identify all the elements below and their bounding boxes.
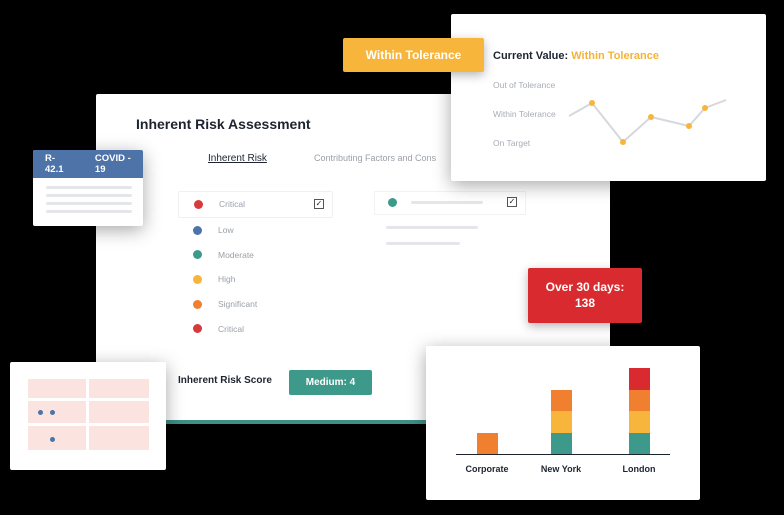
score-label: Inherent Risk Score bbox=[178, 375, 272, 386]
heatmap-cell bbox=[28, 379, 86, 398]
heatmap-cell bbox=[89, 379, 149, 398]
bar-segment bbox=[550, 432, 572, 454]
heatmap-dot bbox=[50, 437, 55, 442]
risk-name: COVID - 19 bbox=[94, 153, 131, 175]
risk-option-significant[interactable]: Significant bbox=[178, 292, 333, 317]
x-tick-label: New York bbox=[540, 464, 582, 474]
bar-segment bbox=[628, 389, 650, 411]
overdue-count: 138 bbox=[574, 296, 596, 310]
risk-option-label: Critical bbox=[218, 323, 244, 334]
bar-segment bbox=[550, 411, 572, 433]
heatmap-cell bbox=[28, 401, 86, 423]
location-bar-chart-card: Corporate New York London bbox=[426, 346, 700, 500]
tolerance-point bbox=[648, 114, 654, 120]
page-title: Inherent Risk Assessment bbox=[136, 116, 311, 132]
checkbox-checked-icon[interactable]: ✓ bbox=[314, 199, 324, 209]
risk-option-high[interactable]: High bbox=[178, 267, 333, 292]
high-dot-icon bbox=[193, 274, 202, 284]
tab-inherent-risk[interactable]: Inherent Risk bbox=[208, 153, 267, 164]
significant-dot-icon bbox=[193, 299, 202, 309]
placeholder-line bbox=[46, 194, 132, 197]
overdue-label: Over 30 days: bbox=[545, 280, 625, 294]
x-axis bbox=[456, 454, 670, 455]
bar-segment bbox=[628, 368, 650, 390]
x-tick-label: Corporate bbox=[465, 464, 509, 474]
tolerance-point bbox=[620, 139, 626, 145]
bar-segment bbox=[628, 432, 650, 454]
overdue-badge: Over 30 days: 138 bbox=[528, 268, 642, 323]
low-dot-icon bbox=[193, 225, 202, 235]
factor-row[interactable]: ✓ bbox=[374, 191, 526, 215]
moderate-dot-icon bbox=[388, 198, 397, 207]
heatmap-dot bbox=[38, 410, 43, 415]
placeholder-line bbox=[411, 201, 483, 204]
tolerance-card: Current Value: Within Tolerance Out of T… bbox=[451, 14, 766, 181]
risk-option-label: Low bbox=[218, 225, 234, 236]
placeholder-line bbox=[386, 242, 460, 245]
bar-segment bbox=[476, 432, 498, 454]
score-badge: Medium: 4 bbox=[289, 370, 372, 395]
tolerance-line-chart bbox=[568, 99, 727, 145]
x-tick-label: London bbox=[622, 464, 656, 474]
risk-option-low[interactable]: Low bbox=[178, 218, 333, 243]
risk-option-label: Critical bbox=[219, 199, 245, 210]
risk-option-label: High bbox=[218, 274, 236, 285]
risk-record-header: R-42.1 COVID - 19 bbox=[33, 150, 143, 178]
placeholder-line bbox=[46, 210, 132, 213]
risk-level-list: Critical ✓ Low Moderate High Significant… bbox=[178, 191, 333, 341]
risk-option-label: Moderate bbox=[218, 249, 254, 260]
heatmap-cell bbox=[89, 426, 149, 450]
heatmap-dot bbox=[50, 410, 55, 415]
risk-id: R-42.1 bbox=[45, 153, 64, 175]
risk-option-label: Significant bbox=[218, 299, 258, 310]
heatmap-cell bbox=[28, 426, 86, 450]
critical-dot-icon bbox=[194, 199, 203, 209]
placeholder-line bbox=[46, 186, 132, 189]
moderate-dot-icon bbox=[193, 250, 202, 260]
risk-option-moderate[interactable]: Moderate bbox=[178, 242, 333, 267]
bar-segment bbox=[550, 389, 572, 411]
risk-record-card[interactable]: R-42.1 COVID - 19 bbox=[33, 150, 143, 226]
tolerance-point bbox=[686, 123, 692, 129]
tolerance-line bbox=[568, 99, 727, 144]
tolerance-point bbox=[589, 100, 595, 106]
tab-contributing-factors[interactable]: Contributing Factors and Cons bbox=[314, 153, 436, 163]
heatmap-card bbox=[10, 362, 166, 470]
risk-option-critical[interactable]: Critical ✓ bbox=[178, 191, 333, 218]
bar-segment bbox=[628, 411, 650, 433]
placeholder-line bbox=[386, 226, 478, 229]
placeholder-line bbox=[46, 202, 132, 205]
checkbox-checked-icon[interactable]: ✓ bbox=[507, 197, 517, 207]
critical-dot-icon bbox=[193, 324, 202, 334]
heatmap-cell bbox=[89, 401, 149, 423]
within-tolerance-badge: Within Tolerance bbox=[343, 38, 484, 72]
risk-option-critical-2[interactable]: Critical bbox=[178, 316, 333, 341]
tolerance-point bbox=[702, 105, 708, 111]
